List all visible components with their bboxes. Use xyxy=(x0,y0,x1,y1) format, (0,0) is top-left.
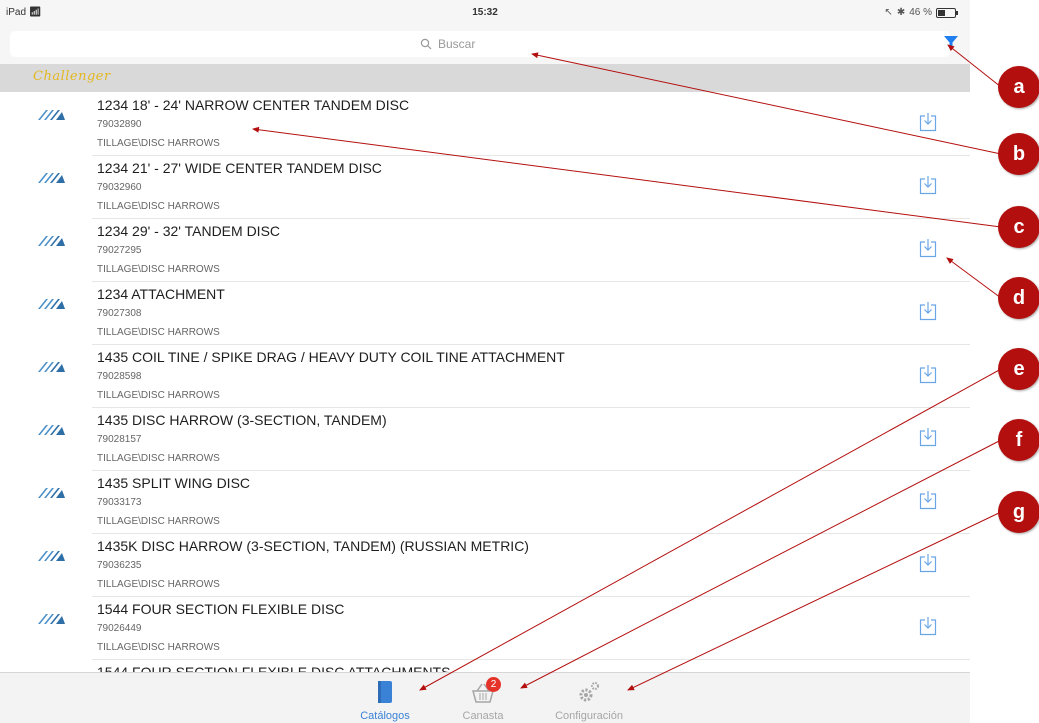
catalog-category: TILLAGE\DISC HARROWS xyxy=(97,264,220,275)
catalog-code: 79027295 xyxy=(97,245,142,256)
callout-f: f xyxy=(998,419,1039,461)
bluetooth-icon: ✱ xyxy=(896,7,906,18)
catalog-title: 1234 29' - 32' TANDEM DISC xyxy=(97,223,281,239)
catalog-row[interactable]: 1435 COIL TINE / SPIKE DRAG / HEAVY DUTY… xyxy=(0,344,970,408)
tab-catalogos[interactable]: Catálogos xyxy=(330,679,440,722)
battery-icon xyxy=(936,7,958,18)
catalog-code: 79033173 xyxy=(97,497,142,508)
catalog-code: 79036235 xyxy=(97,560,142,571)
brand-stripes-icon xyxy=(38,173,65,183)
status-right: ↖ ✱ 46 % xyxy=(884,7,958,18)
brand-stripes-icon xyxy=(38,614,65,624)
catalog-category: TILLAGE\DISC HARROWS xyxy=(97,642,220,653)
tab-configuracion[interactable]: Configuración xyxy=(534,679,644,722)
tab-canasta-label: Canasta xyxy=(462,710,504,722)
download-icon[interactable] xyxy=(919,301,937,321)
search-icon xyxy=(420,38,432,50)
basket-badge: 2 xyxy=(486,677,501,692)
catalog-row[interactable]: 1544 FOUR SECTION FLEXIBLE DISC 79026449 T… xyxy=(0,596,970,660)
brand-stripes-icon xyxy=(38,425,65,435)
catalog-row[interactable]: 1435 DISC HARROW (3-SECTION, TANDEM) 7902… xyxy=(0,407,970,471)
battery-fill xyxy=(938,9,946,16)
catalog-list[interactable]: 1234 18' - 24' NARROW CENTER TANDEM DISC… xyxy=(0,92,970,672)
brand-stripes-icon xyxy=(38,362,65,372)
battery-percent: 46 % xyxy=(909,7,932,18)
download-icon[interactable] xyxy=(919,112,937,132)
catalog-title: 1435K DISC HARROW (3-SECTION, TANDEM) (R… xyxy=(97,538,529,554)
download-icon[interactable] xyxy=(919,427,937,447)
tab-configuracion-label: Configuración xyxy=(555,710,623,722)
challenger-logo: Challenger xyxy=(33,69,111,84)
catalog-category: TILLAGE\DISC HARROWS xyxy=(97,579,220,590)
download-icon[interactable] xyxy=(919,238,937,258)
catalog-row[interactable]: 1544 FOUR SECTION FLEXIBLE DISC ATTACHME… xyxy=(0,659,970,672)
catalog-code: 79026449 xyxy=(97,623,142,634)
catalog-title: 1234 18' - 24' NARROW CENTER TANDEM DISC xyxy=(97,97,410,113)
catalog-code: 79028598 xyxy=(97,371,142,382)
tab-canasta[interactable]: 2 Canasta xyxy=(428,677,538,722)
catalog-title: 1435 SPLIT WING DISC xyxy=(97,475,251,491)
catalog-category: TILLAGE\DISC HARROWS xyxy=(97,138,220,149)
catalog-code: 79032960 xyxy=(97,182,142,193)
callout-d: d xyxy=(998,277,1039,319)
catalog-title: 1544 FOUR SECTION FLEXIBLE DISC xyxy=(97,601,345,617)
gear-icon xyxy=(579,682,599,702)
callout-g: g xyxy=(998,491,1039,533)
callout-c: c xyxy=(998,206,1039,248)
brand-header: Challenger xyxy=(0,64,970,92)
search-row xyxy=(0,28,970,64)
catalog-category: TILLAGE\DISC HARROWS xyxy=(97,390,220,401)
catalog-code: 79032890 xyxy=(97,119,142,130)
search-bar[interactable] xyxy=(10,31,950,57)
filter-icon[interactable] xyxy=(943,34,959,50)
brand-stripes-icon xyxy=(38,551,65,561)
clock: 15:32 xyxy=(472,7,498,18)
callout-e: e xyxy=(998,348,1039,390)
brand-stripes-icon xyxy=(38,488,65,498)
status-bar: iPad 📶︎ 15:32 ↖ ✱ 46 % xyxy=(0,0,970,28)
search-input[interactable] xyxy=(436,36,540,52)
catalog-code: 79028157 xyxy=(97,434,142,445)
catalog-title: 1234 ATTACHMENT xyxy=(97,286,225,302)
download-icon[interactable] xyxy=(919,553,937,573)
catalog-title: 1544 FOUR SECTION FLEXIBLE DISC ATTACHME… xyxy=(97,664,451,672)
ipad-screen: iPad 📶︎ 15:32 ↖ ✱ 46 % Challenger 1234 1… xyxy=(0,0,970,723)
brand-stripes-icon xyxy=(38,236,65,246)
brand-stripes-icon xyxy=(38,110,65,120)
catalog-category: TILLAGE\DISC HARROWS xyxy=(97,516,220,527)
callout-b: b xyxy=(998,133,1039,175)
catalog-row[interactable]: 1234 29' - 32' TANDEM DISC 79027295 TILLAG… xyxy=(0,218,970,282)
tab-catalogos-label: Catálogos xyxy=(360,710,410,722)
catalog-category: TILLAGE\DISC HARROWS xyxy=(97,453,220,464)
catalog-row[interactable]: 1234 18' - 24' NARROW CENTER TANDEM DISC… xyxy=(0,92,970,156)
catalog-category: TILLAGE\DISC HARROWS xyxy=(97,327,220,338)
callout-a: a xyxy=(998,66,1039,108)
catalog-title: 1435 DISC HARROW (3-SECTION, TANDEM) xyxy=(97,412,387,428)
download-icon[interactable] xyxy=(919,616,937,636)
catalog-title: 1234 21' - 27' WIDE CENTER TANDEM DISC xyxy=(97,160,382,176)
download-icon[interactable] xyxy=(919,175,937,195)
catalog-category: TILLAGE\DISC HARROWS xyxy=(97,201,220,212)
catalog-row[interactable]: 1234 ATTACHMENT 79027308 TILLAGE\DISC HARR… xyxy=(0,281,970,345)
catalog-book-icon xyxy=(378,681,392,703)
catalog-code: 79027308 xyxy=(97,308,142,319)
location-icon: ↖ xyxy=(884,7,893,18)
catalog-row[interactable]: 1234 21' - 27' WIDE CENTER TANDEM DISC 79… xyxy=(0,155,970,219)
brand-stripes-icon xyxy=(38,299,65,309)
download-icon[interactable] xyxy=(919,364,937,384)
tab-bar: Catálogos 2 Canasta Configuración xyxy=(0,672,970,723)
catalog-row[interactable]: 1435 SPLIT WING DISC 79033173 TILLAGE\DISC… xyxy=(0,470,970,534)
catalog-row[interactable]: 1435K DISC HARROW (3-SECTION, TANDEM) (R… xyxy=(0,533,970,597)
download-icon[interactable] xyxy=(919,490,937,510)
catalog-title: 1435 COIL TINE / SPIKE DRAG / HEAVY DUTY… xyxy=(97,349,565,365)
